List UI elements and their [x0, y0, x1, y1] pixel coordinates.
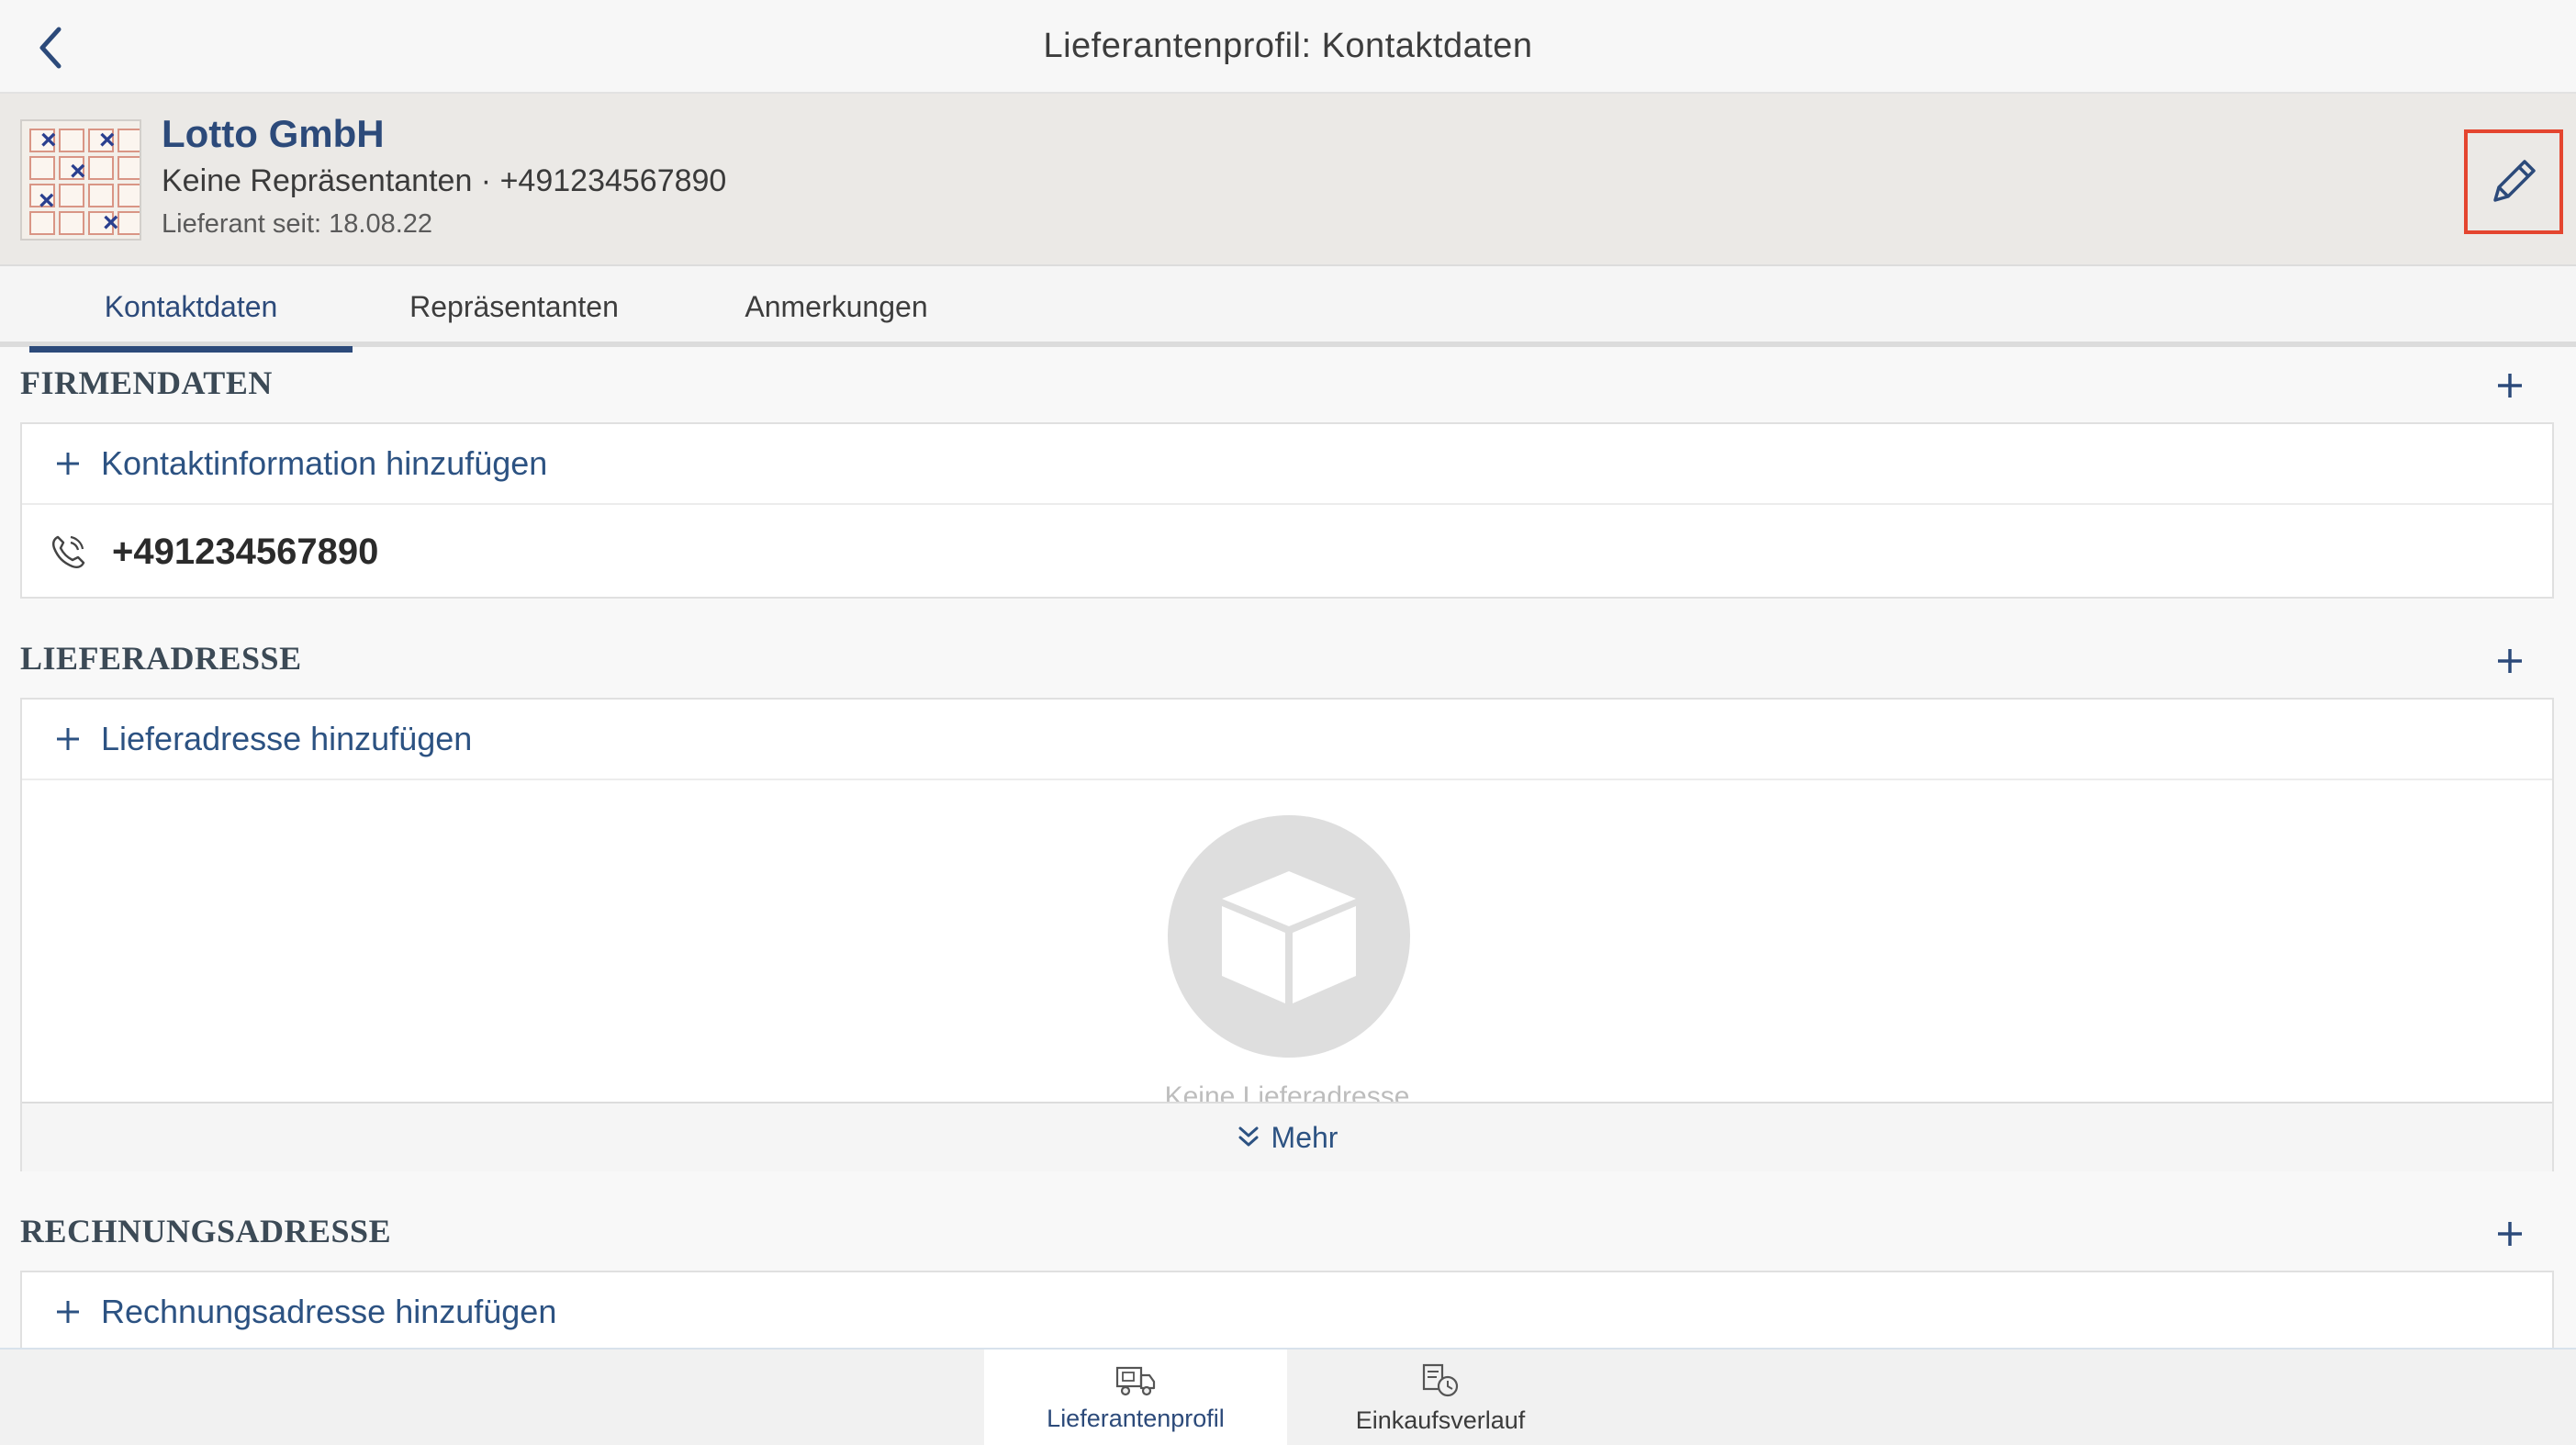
- nav-lieferantenprofil[interactable]: Lieferantenprofil: [984, 1350, 1287, 1445]
- plus-icon: [2498, 1222, 2522, 1246]
- tab-anmerkungen[interactable]: Anmerkungen: [725, 266, 947, 347]
- add-contact-info-label: Kontaktinformation hinzufügen: [101, 444, 548, 482]
- add-billing-address-row[interactable]: Rechnungsadresse hinzufügen: [22, 1272, 2552, 1353]
- supplier-name: Lotto GmbH: [162, 112, 385, 155]
- plus-icon: [57, 728, 79, 750]
- supplier-profile-header: × × × × × Lotto GmbH Keine Repräsentante…: [0, 94, 2576, 266]
- app: Lieferantenprofil: Kontaktdaten × × × × …: [0, 0, 2576, 1445]
- firmendaten-card: Kontaktinformation hinzufügen +491234567…: [20, 422, 2554, 599]
- edit-button[interactable]: [2464, 129, 2563, 234]
- delivery-address-empty-state: Keine Lieferadresse: [22, 782, 2552, 1102]
- add-delivery-address-label: Lieferadresse hinzufügen: [101, 720, 473, 757]
- plus-icon: [57, 453, 79, 475]
- tab-bar: Kontaktdaten Repräsentanten Anmerkungen: [0, 266, 2576, 353]
- back-button[interactable]: [22, 20, 77, 75]
- phone-icon: [51, 535, 85, 569]
- nav-label-einkaufsverlauf: Einkaufsverlauf: [1355, 1406, 1526, 1434]
- supplier-truck-icon: [1115, 1366, 1156, 1395]
- lieferadresse-card: Lieferadresse hinzufügen Keine Lieferadr…: [20, 698, 2554, 1171]
- nav-label-lieferantenprofil: Lieferantenprofil: [1047, 1404, 1225, 1432]
- top-bar: Lieferantenprofil: Kontaktdaten: [0, 0, 2576, 94]
- purchase-history-icon: [1422, 1363, 1459, 1396]
- page-title: Lieferantenprofil: Kontaktdaten: [1043, 26, 1533, 65]
- add-billing-address-label: Rechnungsadresse hinzufügen: [101, 1293, 557, 1330]
- add-contact-info-row[interactable]: Kontaktinformation hinzufügen: [22, 424, 2552, 505]
- pencil-icon: [2493, 160, 2536, 202]
- tab-kontaktdaten[interactable]: Kontaktdaten: [29, 266, 353, 353]
- plus-icon: [2498, 374, 2522, 398]
- more-label: Mehr: [1271, 1120, 1338, 1154]
- add-firmendaten-button[interactable]: [2484, 360, 2536, 411]
- section-title-lieferadresse: LIEFERADRESSE: [20, 640, 302, 677]
- add-rechnungsadresse-button[interactable]: [2484, 1208, 2536, 1260]
- empty-state-badge: [1168, 815, 1410, 1058]
- box-icon: [1222, 871, 1356, 1003]
- nav-einkaufsverlauf[interactable]: Einkaufsverlauf: [1289, 1350, 1592, 1445]
- tab-repraesentanten[interactable]: Repräsentanten: [386, 266, 643, 347]
- bottom-navigation: Lieferantenprofil Einkaufsverlauf: [0, 1348, 2576, 1445]
- supplier-avatar: × × × × ×: [20, 119, 141, 241]
- supplier-since: Lieferant seit: 18.08.22: [162, 209, 433, 239]
- chevron-left-icon: [39, 27, 62, 69]
- add-delivery-address-row[interactable]: Lieferadresse hinzufügen: [22, 700, 2552, 780]
- double-chevron-down-icon: [1238, 1126, 1259, 1147]
- more-button[interactable]: Mehr: [22, 1102, 2552, 1171]
- phone-number: +491234567890: [112, 531, 379, 572]
- empty-state-text: Keine Lieferadresse: [1164, 1081, 1410, 1102]
- plus-icon: [57, 1301, 79, 1323]
- plus-icon: [2498, 649, 2522, 673]
- phone-row[interactable]: +491234567890: [22, 507, 2552, 597]
- section-title-firmendaten: FIRMENDATEN: [20, 364, 273, 401]
- section-title-rechnungsadresse: RECHNUNGSADRESSE: [20, 1213, 392, 1249]
- supplier-summary: Keine Repräsentanten · +491234567890: [162, 163, 727, 198]
- add-lieferadresse-button[interactable]: [2484, 635, 2536, 687]
